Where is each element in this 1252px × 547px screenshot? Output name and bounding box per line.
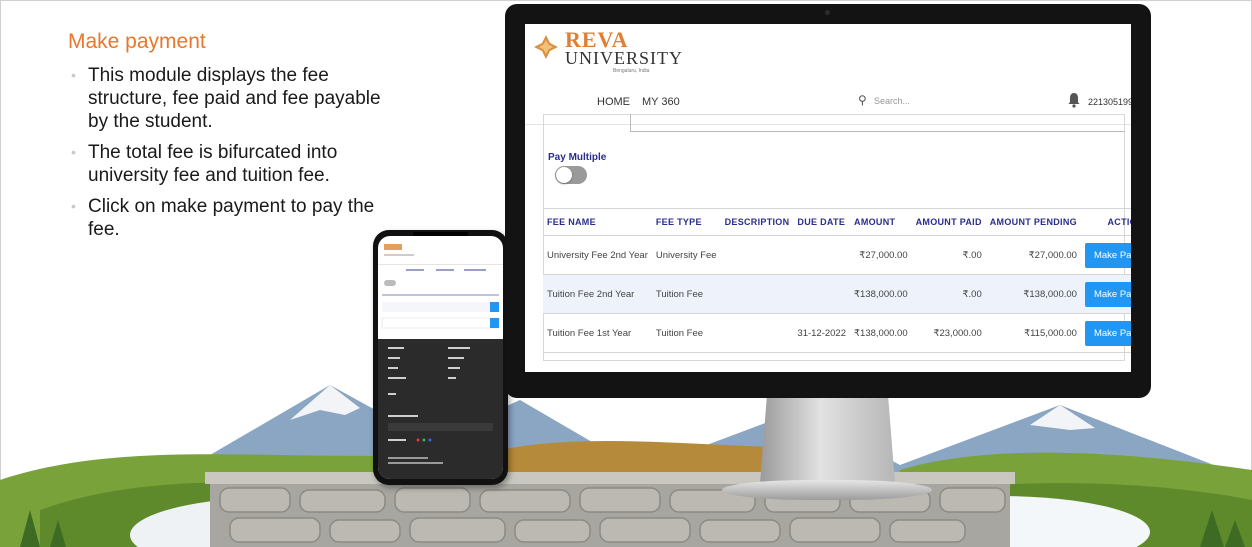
search-input[interactable]: ⚲ Search... (858, 93, 1048, 111)
col-description: DESCRIPTION (720, 208, 794, 236)
cell-amount-pending: ₹115,000.00 (985, 313, 1081, 353)
cell-fee-type: Tuition Fee (651, 274, 721, 314)
monitor-screen: REVA UNIVERSITY Bengaluru, India HOME MY… (525, 24, 1131, 372)
top-row-fragment (630, 114, 1125, 132)
fee-table: FEE NAME FEE TYPE DESCRIPTION DUE DATE A… (543, 208, 1131, 353)
brand-subname: UNIVERSITY (565, 48, 683, 68)
cell-due-date (793, 235, 851, 275)
bullet-dot-icon: • (71, 67, 76, 83)
bullet-item: • Click on make payment to pay the fee. (68, 195, 398, 241)
monitor-frame: REVA UNIVERSITY Bengaluru, India HOME MY… (505, 4, 1151, 398)
cell-due-date: 31-12-2022 (793, 313, 851, 353)
bullet-text: This module displays the fee structure, … (88, 65, 381, 132)
reva-logo-icon (534, 35, 558, 59)
bullet-dot-icon: • (71, 198, 76, 214)
monitor-stand-foot (722, 480, 932, 500)
table-row: University Fee 2nd Year University Fee ₹… (543, 235, 1131, 275)
monitor-stand-neck (760, 398, 895, 483)
col-fee-type: FEE TYPE (651, 208, 721, 236)
cell-amount: ₹138,000.00 (850, 274, 912, 314)
cell-fee-type: Tuition Fee (651, 313, 721, 353)
cell-amount: ₹138,000.00 (850, 313, 912, 353)
cell-action: Make Payment (1080, 274, 1131, 314)
brand-location: Bengaluru, India (613, 68, 650, 74)
make-payment-button[interactable]: Make Payment (1084, 242, 1131, 268)
bullet-item: • The total fee is bifurcated into univer… (68, 141, 398, 187)
bullet-text: The total fee is bifurcated into univers… (88, 142, 338, 186)
pay-multiple-label: Pay Multiple (548, 152, 607, 163)
table-row: Tuition Fee 1st Year Tuition Fee 31-12-2… (543, 313, 1131, 353)
webcam-icon (825, 10, 830, 15)
col-due-date: DUE DATE (793, 208, 851, 236)
user-id[interactable]: 2213051998 (1088, 97, 1131, 107)
cell-fee-name: Tuition Fee 1st Year (543, 313, 652, 353)
search-icon: ⚲ (858, 93, 867, 107)
cell-amount-pending: ₹27,000.00 (985, 235, 1081, 275)
toggle-knob (556, 167, 572, 183)
phone-screen (378, 236, 503, 479)
cell-amount: ₹27,000.00 (850, 235, 912, 275)
nav-home[interactable]: HOME (597, 96, 630, 108)
make-payment-button[interactable]: Make Payment (1084, 320, 1131, 346)
cell-fee-name: Tuition Fee 2nd Year (543, 274, 652, 314)
cell-action: Make Payment (1080, 235, 1131, 275)
table-row: Tuition Fee 2nd Year Tuition Fee ₹138,00… (543, 274, 1131, 314)
cell-action: Make Payment (1080, 313, 1131, 353)
pay-multiple-toggle[interactable] (555, 166, 587, 184)
bullet-dot-icon: • (71, 144, 76, 160)
search-placeholder: Search... (874, 96, 911, 106)
col-amount-pending: AMOUNT PENDING (985, 208, 1081, 236)
cell-amount-pending: ₹138,000.00 (985, 274, 1081, 314)
col-amount: AMOUNT (850, 208, 912, 236)
bullet-text: Click on make payment to pay the fee. (88, 196, 375, 240)
cell-amount-paid: ₹.00 (911, 235, 986, 275)
cell-description (720, 313, 794, 353)
bullet-list: • This module displays the fee structure,… (68, 64, 398, 249)
phone-mockup (373, 230, 508, 485)
col-fee-name: FEE NAME (543, 208, 652, 236)
table-header-row: FEE NAME FEE TYPE DESCRIPTION DUE DATE A… (543, 208, 1131, 236)
cell-description (720, 274, 794, 314)
cell-fee-type: University Fee (651, 235, 721, 275)
cell-description (720, 235, 794, 275)
slide-title: Make payment (68, 30, 206, 53)
bell-icon[interactable] (1067, 92, 1081, 108)
phone-screen-preview (378, 244, 503, 329)
cell-amount-paid: ₹23,000.00 (911, 313, 986, 353)
make-payment-button[interactable]: Make Payment (1084, 281, 1131, 307)
cell-due-date (793, 274, 851, 314)
cell-fee-name: University Fee 2nd Year (543, 235, 652, 275)
phone-dark-panel (378, 339, 503, 479)
cell-amount-paid: ₹.00 (911, 274, 986, 314)
col-action: ACTION (1080, 208, 1131, 236)
col-amount-paid: AMOUNT PAID (911, 208, 986, 236)
nav-my-360[interactable]: MY 360 (642, 96, 680, 108)
bullet-item: • This module displays the fee structure,… (68, 64, 398, 133)
